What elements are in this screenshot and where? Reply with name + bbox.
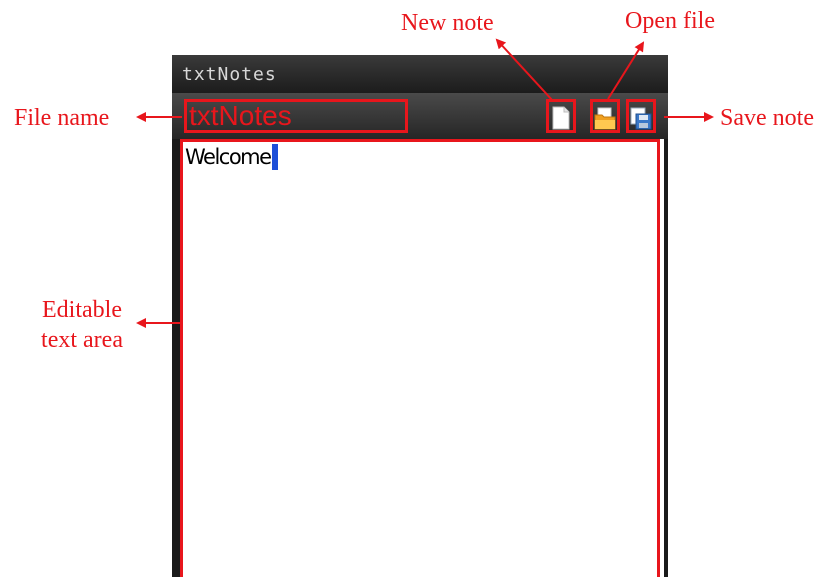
editor-container: Welcome xyxy=(180,139,664,577)
annotation-editable-text-area: Editable text area xyxy=(41,297,123,353)
annotation-open-file: Open file xyxy=(625,8,715,34)
save-note-button[interactable] xyxy=(626,99,656,133)
open-file-button[interactable] xyxy=(590,99,620,133)
open-folder-icon xyxy=(594,107,616,129)
new-note-icon xyxy=(552,106,570,129)
file-name-field[interactable] xyxy=(184,99,408,133)
screenshot-canvas: txtNotes txtNotes Welcome File name New … xyxy=(0,0,837,577)
annotation-file-name: File name xyxy=(14,105,110,131)
title-bar: txtNotes xyxy=(172,55,668,93)
editor-text: Welcome xyxy=(185,145,272,169)
annotation-new-note: New note xyxy=(401,10,494,36)
annotation-save-note: Save note xyxy=(720,105,814,131)
txtnotes-app: txtNotes txtNotes Welcome xyxy=(172,55,668,577)
app-title: txtNotes xyxy=(182,64,277,85)
new-note-button[interactable] xyxy=(546,99,576,133)
text-cursor xyxy=(271,144,278,170)
save-disk-icon xyxy=(630,107,652,129)
text-editor[interactable]: Welcome xyxy=(180,139,660,577)
toolbar xyxy=(172,93,668,139)
